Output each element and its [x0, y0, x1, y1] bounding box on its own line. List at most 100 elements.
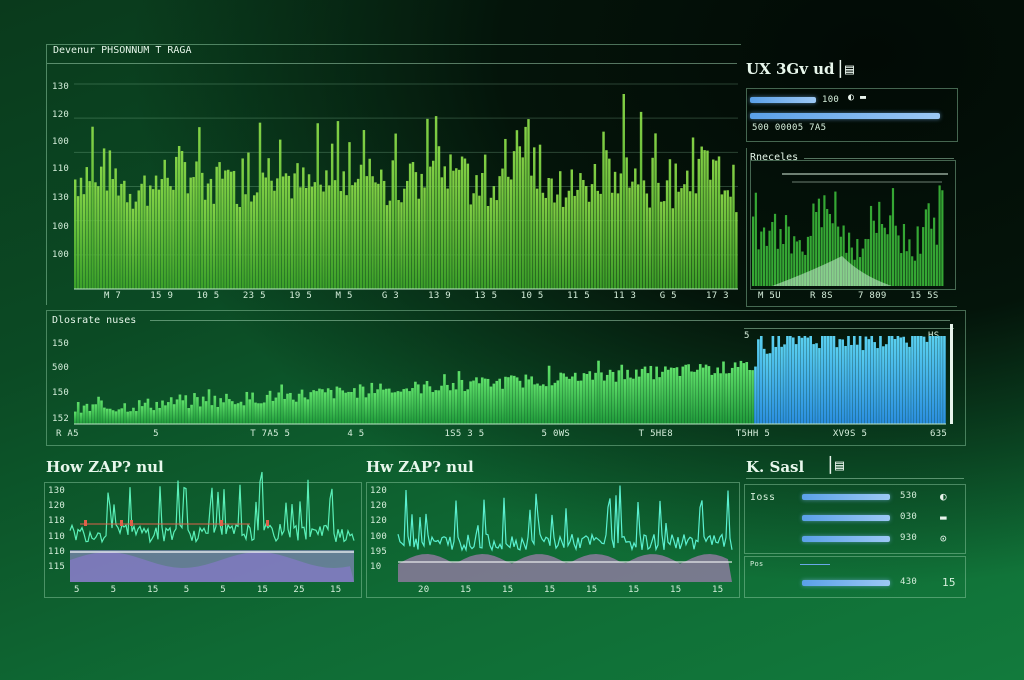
marker [266, 520, 269, 526]
bar [668, 159, 672, 289]
bar [914, 336, 917, 424]
x-tick: 15 [147, 585, 159, 595]
toggle-icon[interactable]: ◐ [940, 490, 947, 503]
right-top-title: UX 3Gv ud [746, 60, 835, 78]
bar [422, 384, 426, 424]
toggle-icon[interactable]: ⊙ [940, 532, 947, 545]
bar [307, 174, 311, 289]
toggle-icon[interactable]: ◐ ▬ [848, 92, 866, 103]
bar [183, 162, 187, 289]
mid-scroll-handle[interactable] [950, 324, 953, 424]
bar [556, 194, 559, 289]
bar [762, 348, 766, 424]
bar [680, 188, 683, 289]
y-tick: 10 [370, 562, 382, 572]
bar [181, 400, 185, 424]
bar [338, 387, 342, 424]
bar [524, 374, 528, 424]
bar [245, 391, 249, 424]
bar [576, 380, 580, 424]
bar [703, 150, 706, 289]
bar [414, 381, 417, 424]
bar [507, 377, 510, 424]
bar [777, 336, 781, 424]
bar [108, 150, 112, 289]
x-tick: 23 5 [242, 291, 266, 301]
bar [634, 168, 637, 289]
bar [370, 382, 374, 424]
bar [250, 201, 253, 289]
bar [472, 193, 475, 289]
x-tick: 5 [183, 585, 190, 595]
bar [652, 379, 656, 424]
y-tick: 110 [48, 531, 66, 542]
bar [657, 182, 660, 289]
bar [371, 176, 374, 289]
bar [664, 366, 667, 424]
bar [313, 182, 317, 289]
x-tick: R A5 [56, 429, 79, 439]
bar [905, 251, 908, 286]
bar [196, 397, 199, 424]
bar [760, 231, 763, 286]
bar [457, 169, 461, 289]
bar [698, 364, 702, 424]
bar [261, 172, 265, 289]
bar [794, 344, 798, 424]
bar [492, 186, 496, 289]
bar [911, 336, 914, 424]
bar [332, 398, 336, 424]
bar [297, 393, 301, 424]
bar [815, 343, 818, 424]
bar [935, 244, 938, 286]
bar [735, 212, 738, 289]
bar [382, 389, 385, 424]
bar [564, 197, 568, 289]
bar [201, 396, 205, 424]
bar [594, 372, 597, 424]
bar [875, 232, 878, 286]
bar [696, 369, 699, 424]
y-tick: 130 [52, 193, 70, 203]
bar [882, 346, 885, 424]
bar [351, 185, 354, 289]
bar [434, 116, 438, 289]
bar [934, 336, 937, 424]
x-tick: 15 [330, 585, 342, 595]
bar [411, 388, 414, 424]
bar [728, 373, 731, 424]
y-tick: 118 [48, 516, 66, 527]
x-tick: 5 [153, 429, 159, 439]
bar [547, 365, 551, 424]
bar [937, 336, 940, 424]
x-tick: T5HH 5 [735, 429, 771, 439]
bar [829, 336, 833, 424]
bar [608, 158, 611, 289]
bar [454, 389, 458, 424]
bar [241, 158, 244, 289]
bar [876, 348, 879, 424]
x-tick: R 8S [810, 291, 833, 301]
bar [573, 195, 576, 289]
bar [861, 350, 865, 424]
bar [765, 353, 769, 424]
bar [655, 366, 658, 424]
footer-label: Pos [750, 560, 764, 568]
y-tick: 115 [48, 562, 66, 572]
bar [316, 123, 319, 289]
bar [443, 374, 446, 424]
toggle-icon[interactable]: ▬ [940, 511, 947, 524]
bar [478, 195, 481, 289]
bar [102, 148, 106, 289]
bar [940, 336, 943, 424]
bar [894, 225, 897, 286]
x-tick: 5 [220, 585, 226, 595]
bar [897, 235, 900, 286]
bar [899, 337, 903, 424]
bar [789, 336, 792, 424]
y-tick: 150 [52, 339, 70, 349]
bar [354, 182, 357, 289]
bar [504, 138, 507, 289]
bar [916, 226, 919, 286]
bar [710, 374, 714, 424]
